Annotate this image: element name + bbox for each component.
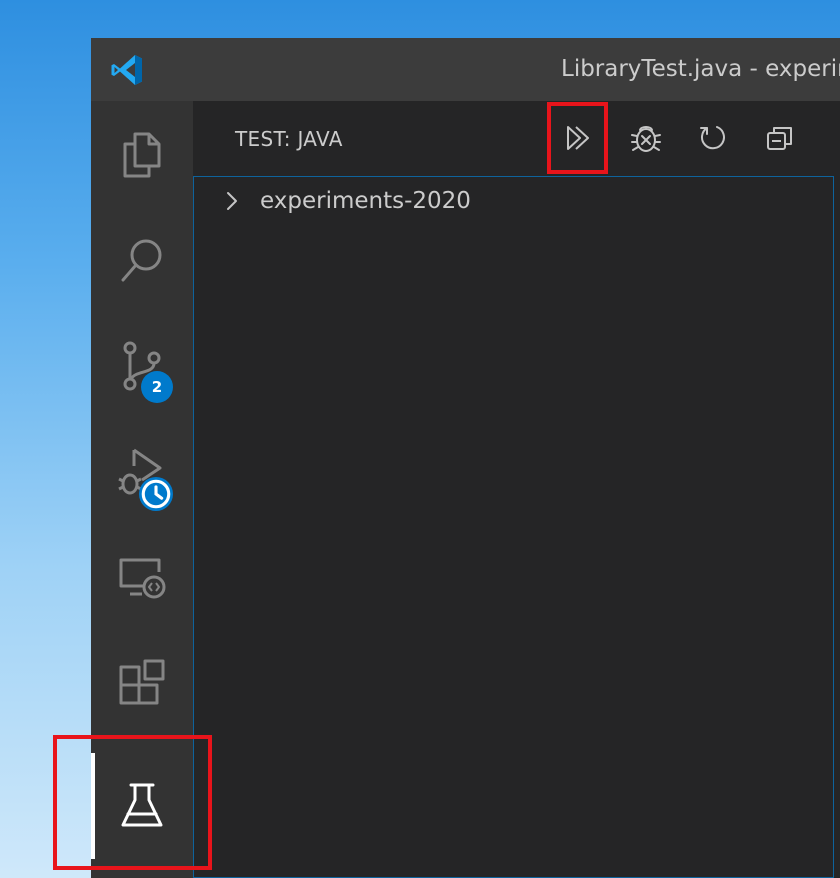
files-icon: [123, 132, 161, 178]
tree-item-label: experiments-2020: [260, 188, 471, 214]
debug-all-tests-button[interactable]: [618, 113, 674, 163]
extensions-icon: [119, 659, 165, 705]
title-bar: LibraryTest.java - experim: [91, 38, 840, 101]
activity-run-debug[interactable]: [91, 419, 193, 525]
testing-highlight: [53, 735, 212, 870]
sidebar-header: TEST: JAVA: [193, 101, 840, 176]
window-title: LibraryTest.java - experim: [561, 56, 840, 82]
chevron-right-icon[interactable]: [220, 189, 244, 213]
activity-extensions[interactable]: [91, 631, 193, 737]
test-tree: experiments-2020: [193, 176, 834, 878]
debug-all-tests-icon: [631, 126, 661, 152]
search-icon: [121, 239, 162, 282]
test-sidebar: TEST: JAVA experiments-2020: [193, 101, 840, 878]
vscode-logo-icon: [111, 55, 142, 85]
activity-remote-explorer[interactable]: [91, 525, 193, 631]
collapse-all-button[interactable]: [752, 113, 808, 163]
source-control-badge: 2: [141, 371, 173, 403]
activity-explorer[interactable]: [91, 101, 193, 207]
run-button-highlight: [547, 102, 608, 174]
remote-explorer-icon: [119, 558, 166, 599]
activity-source-control[interactable]: 2: [91, 313, 193, 419]
tree-item[interactable]: experiments-2020: [194, 181, 833, 221]
sidebar-title: TEST: JAVA: [235, 127, 343, 151]
clock-icon: [139, 477, 173, 511]
activity-search[interactable]: [91, 207, 193, 313]
refresh-icon: [700, 126, 725, 150]
collapse-all-icon: [767, 127, 792, 150]
refresh-tests-button[interactable]: [685, 113, 741, 163]
